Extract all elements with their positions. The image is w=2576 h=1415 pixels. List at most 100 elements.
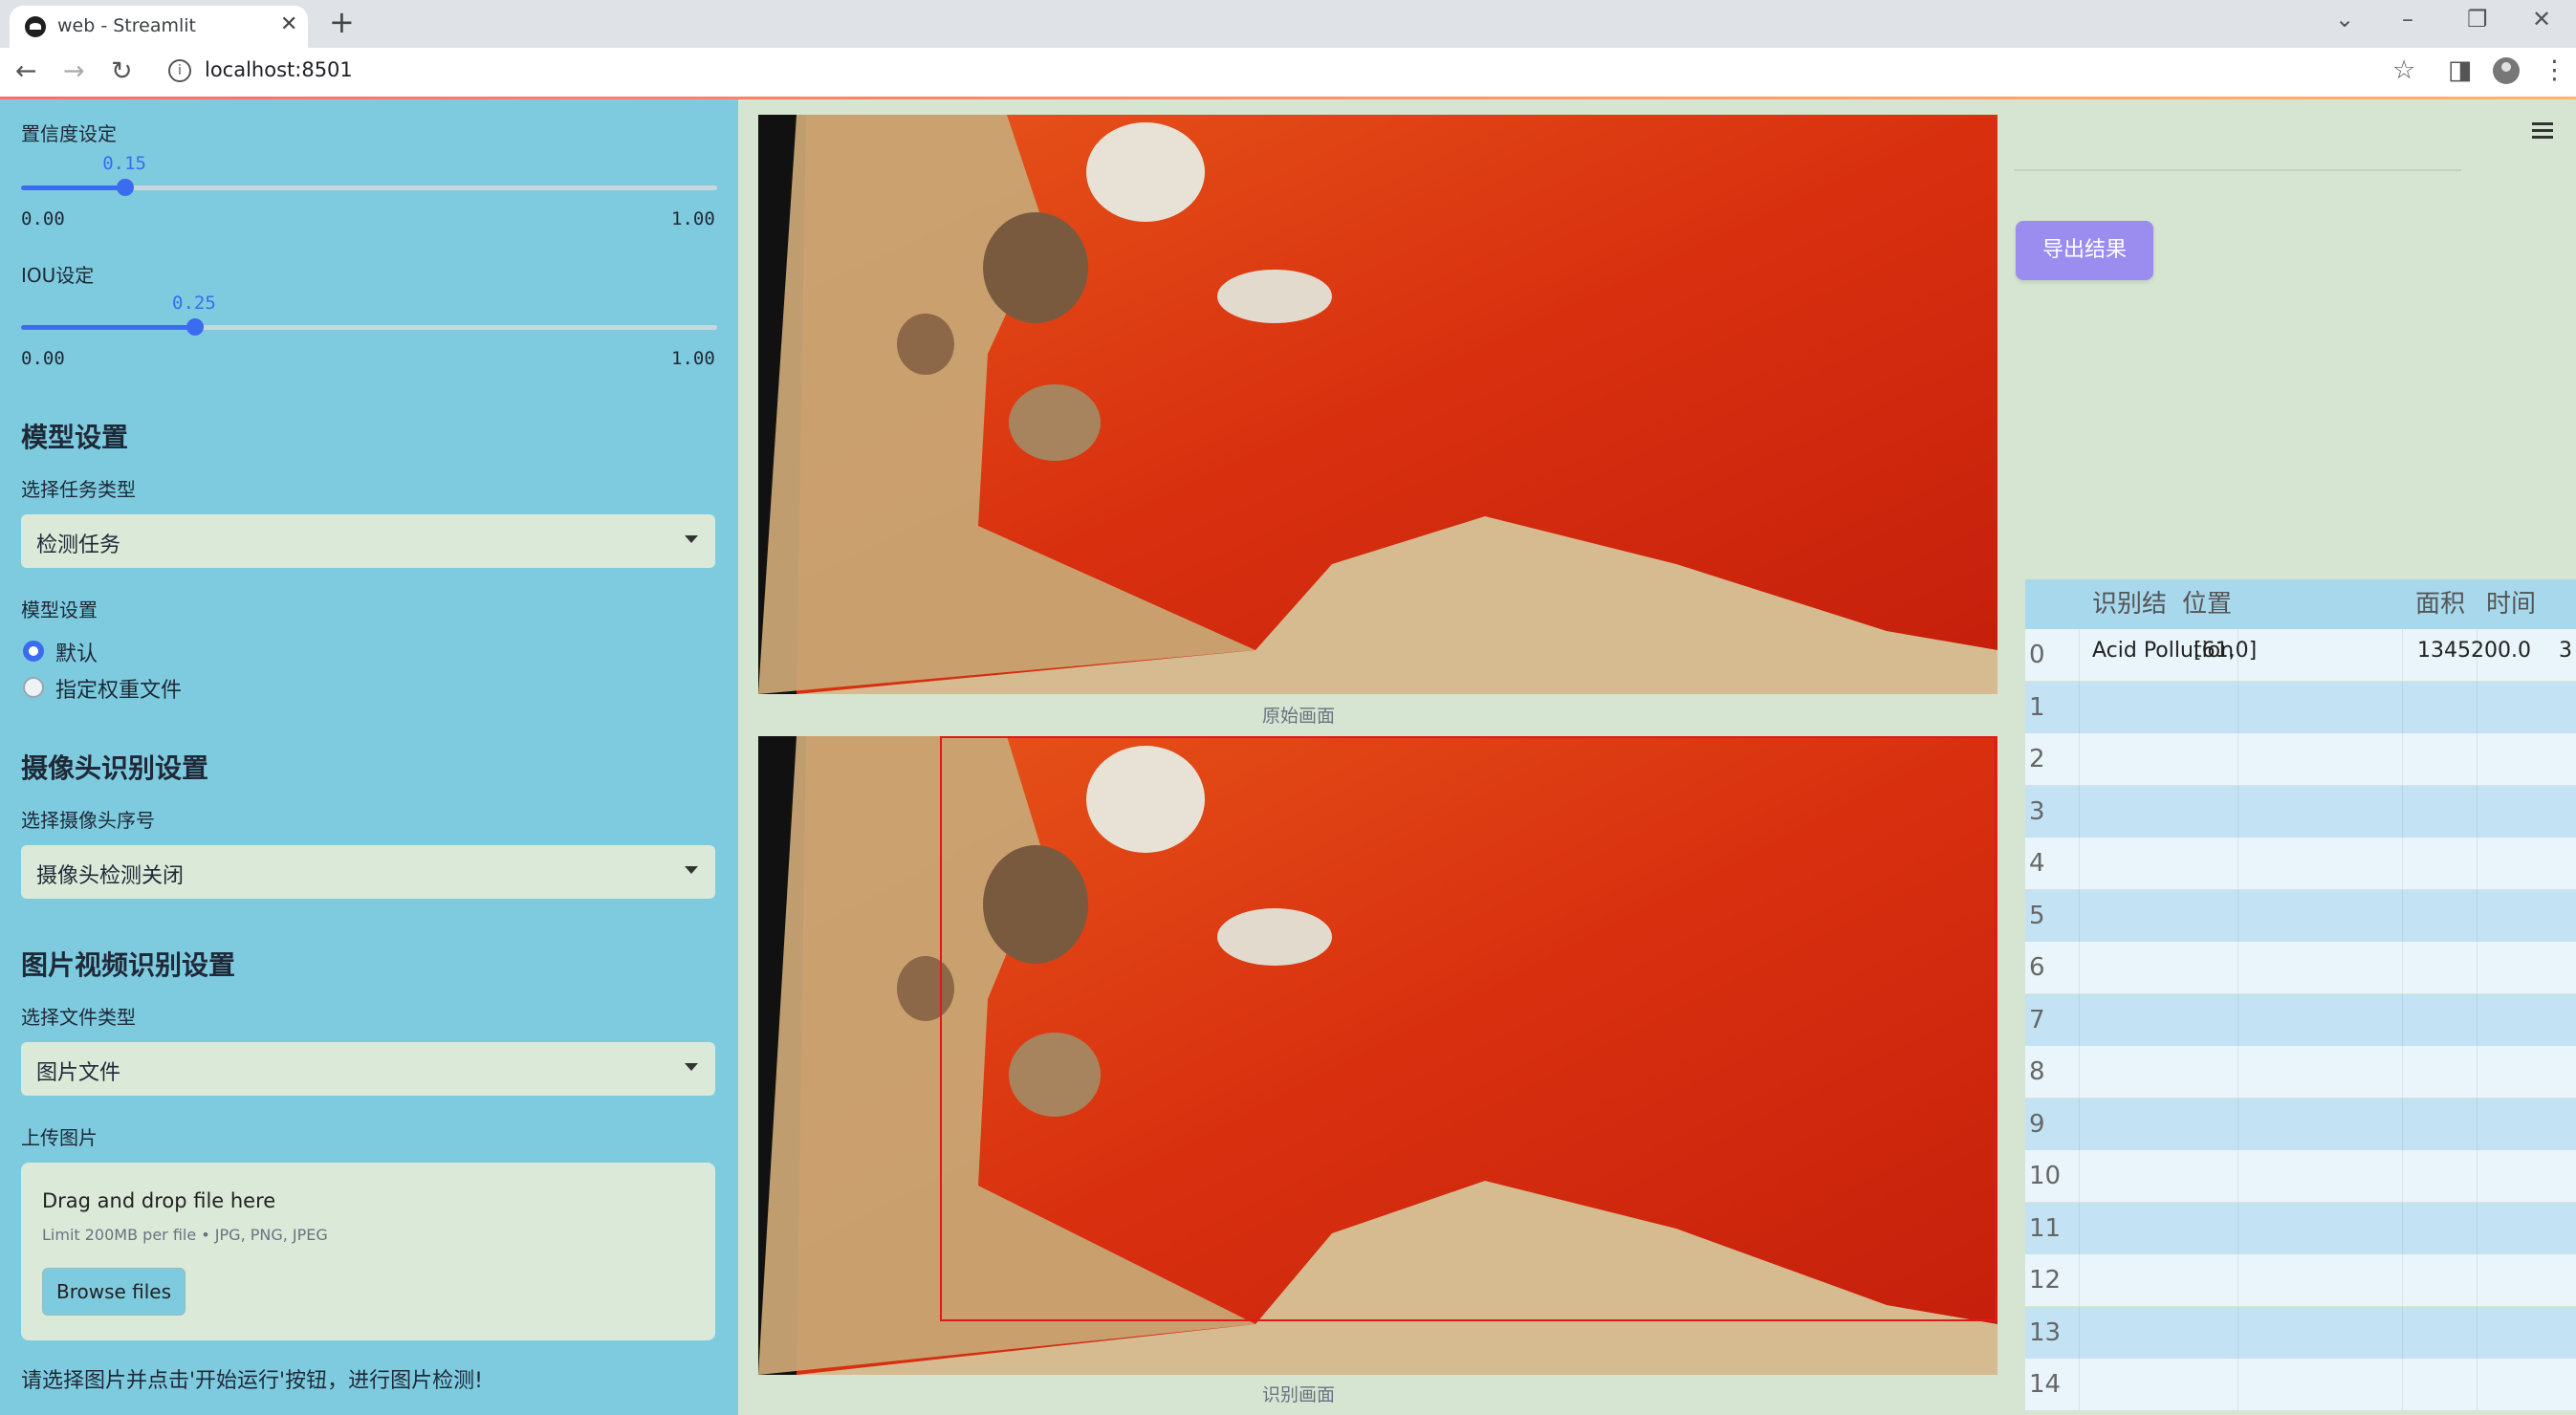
row-index: 14 — [2029, 1370, 2062, 1399]
column-divider — [2477, 942, 2478, 993]
confidence-slider[interactable] — [21, 179, 717, 196]
browse-files-button[interactable]: Browse files — [42, 1268, 186, 1316]
table-row[interactable]: 10 — [2025, 1150, 2576, 1202]
chevron-down-icon — [685, 866, 698, 874]
site-info-icon[interactable]: i — [168, 59, 191, 82]
table-row[interactable]: 13 — [2025, 1306, 2576, 1359]
close-window-icon[interactable]: ✕ — [2532, 6, 2551, 33]
iou-max: 1.00 — [671, 348, 715, 369]
task-type-value: 检测任务 — [36, 533, 121, 557]
row-index: 8 — [2029, 1057, 2045, 1086]
table-header-result: 识别结果 — [2079, 579, 2172, 668]
file-uploader-dropzone[interactable]: Drag and drop file here Limit 200MB per … — [21, 1163, 715, 1340]
url-field[interactable]: localhost:8501 — [205, 58, 353, 81]
file-type-select[interactable]: 图片文件 — [21, 1042, 715, 1096]
profile-avatar-icon[interactable] — [2493, 57, 2520, 84]
row-index: 9 — [2029, 1109, 2045, 1139]
bookmark-star-icon[interactable]: ☆ — [2392, 55, 2415, 85]
column-divider — [2477, 629, 2478, 681]
tab-title: web - Streamlit — [57, 15, 196, 36]
reload-icon[interactable]: ↻ — [111, 56, 133, 86]
confidence-label: 置信度设定 — [21, 122, 117, 145]
row-index: 4 — [2029, 849, 2045, 878]
forward-icon[interactable]: → — [63, 56, 85, 86]
column-divider — [2402, 629, 2403, 681]
radio-default-label[interactable]: 默认 — [55, 637, 98, 667]
iou-slider-fill — [21, 325, 195, 330]
table-row[interactable]: 11 — [2025, 1202, 2576, 1254]
side-panel-icon[interactable]: ◨ — [2448, 55, 2473, 85]
back-icon[interactable]: ← — [15, 56, 37, 86]
camera-index-select[interactable]: 摄像头检测关闭 — [21, 845, 715, 899]
table-row[interactable]: 12 — [2025, 1254, 2576, 1306]
column-divider — [2079, 1202, 2080, 1254]
table-row[interactable]: 5 — [2025, 889, 2576, 942]
row-index: 0 — [2029, 641, 2045, 669]
column-divider — [2402, 1306, 2403, 1359]
column-divider — [2402, 1046, 2403, 1098]
column-divider — [2079, 681, 2080, 733]
table-row[interactable]: 3 — [2025, 785, 2576, 838]
table-row[interactable]: 8 — [2025, 1046, 2576, 1098]
new-tab-icon[interactable]: + — [329, 4, 355, 40]
original-image — [758, 115, 1997, 694]
minimize-icon[interactable]: – — [2402, 6, 2413, 33]
table-row[interactable]: 4 — [2025, 838, 2576, 889]
radio-custom-weights-label[interactable]: 指定权重文件 — [55, 673, 182, 704]
column-divider — [2079, 838, 2080, 889]
table-row[interactable]: 6 — [2025, 942, 2576, 993]
original-image-graphic — [758, 115, 1997, 694]
table-row[interactable]: 2 — [2025, 733, 2576, 785]
radio-custom-weights[interactable] — [23, 677, 44, 698]
column-divider — [2079, 1098, 2080, 1150]
confidence-slider-thumb[interactable] — [117, 179, 135, 196]
task-type-label: 选择任务类型 — [21, 478, 136, 501]
browser-tabbar: web - Streamlit ✕ + ⌄ – ❐ ✕ — [0, 0, 2576, 48]
column-divider — [2477, 838, 2478, 889]
column-divider — [2079, 733, 2080, 785]
column-divider — [2079, 1046, 2080, 1098]
hamburger-menu-icon[interactable] — [2532, 119, 2553, 142]
restore-icon[interactable]: ❐ — [2467, 6, 2488, 33]
column-divider — [2402, 785, 2403, 838]
column-divider — [2402, 1202, 2403, 1254]
table-row[interactable]: 1 — [2025, 681, 2576, 733]
iou-slider-thumb[interactable] — [186, 318, 204, 336]
close-tab-icon[interactable]: ✕ — [280, 12, 297, 36]
original-image-caption: 原始画面 — [1262, 706, 1336, 727]
column-divider — [2477, 993, 2478, 1046]
table-row[interactable]: 14 — [2025, 1359, 2576, 1410]
cell-time: 3 — [2559, 639, 2572, 663]
row-index: 6 — [2029, 953, 2045, 982]
instruction-note: 请选择图片并点击'开始运行'按钮，进行图片检测! — [21, 1369, 483, 1393]
model-section-title: 模型设置 — [21, 422, 129, 453]
task-type-select[interactable]: 检测任务 — [21, 514, 715, 568]
iou-value: 0.25 — [172, 293, 216, 314]
row-index: 7 — [2029, 1005, 2045, 1034]
table-header-position: 位置 — [2172, 579, 2402, 629]
browser-tab[interactable]: web - Streamlit ✕ — [10, 6, 308, 48]
column-divider — [2079, 1306, 2080, 1359]
column-divider — [2477, 889, 2478, 942]
table-row[interactable]: 0 Acid Pollution [61,0] 1345200.0 3 — [2025, 629, 2576, 681]
tab-search-icon[interactable]: ⌄ — [2335, 6, 2354, 33]
column-divider — [2402, 1254, 2403, 1306]
cell-area: 1345200.0 — [2417, 639, 2531, 663]
column-divider — [2477, 1150, 2478, 1202]
column-divider — [2402, 681, 2403, 733]
column-divider — [2079, 889, 2080, 942]
column-divider — [2477, 1359, 2478, 1410]
table-row[interactable]: 7 — [2025, 993, 2576, 1046]
export-results-button[interactable]: 导出结果 — [2016, 221, 2153, 280]
browser-menu-icon[interactable]: ⋮ — [2542, 55, 2567, 85]
column-divider — [2079, 1254, 2080, 1306]
iou-slider[interactable] — [21, 318, 717, 336]
column-divider — [2477, 785, 2478, 838]
table-row[interactable]: 9 — [2025, 1098, 2576, 1150]
column-divider — [2402, 889, 2403, 942]
cell-position: [61,0] — [2194, 639, 2258, 663]
radio-default[interactable] — [23, 641, 44, 662]
confidence-max: 1.00 — [671, 208, 715, 229]
divider — [2014, 169, 2461, 171]
file-type-value: 图片文件 — [36, 1061, 121, 1085]
